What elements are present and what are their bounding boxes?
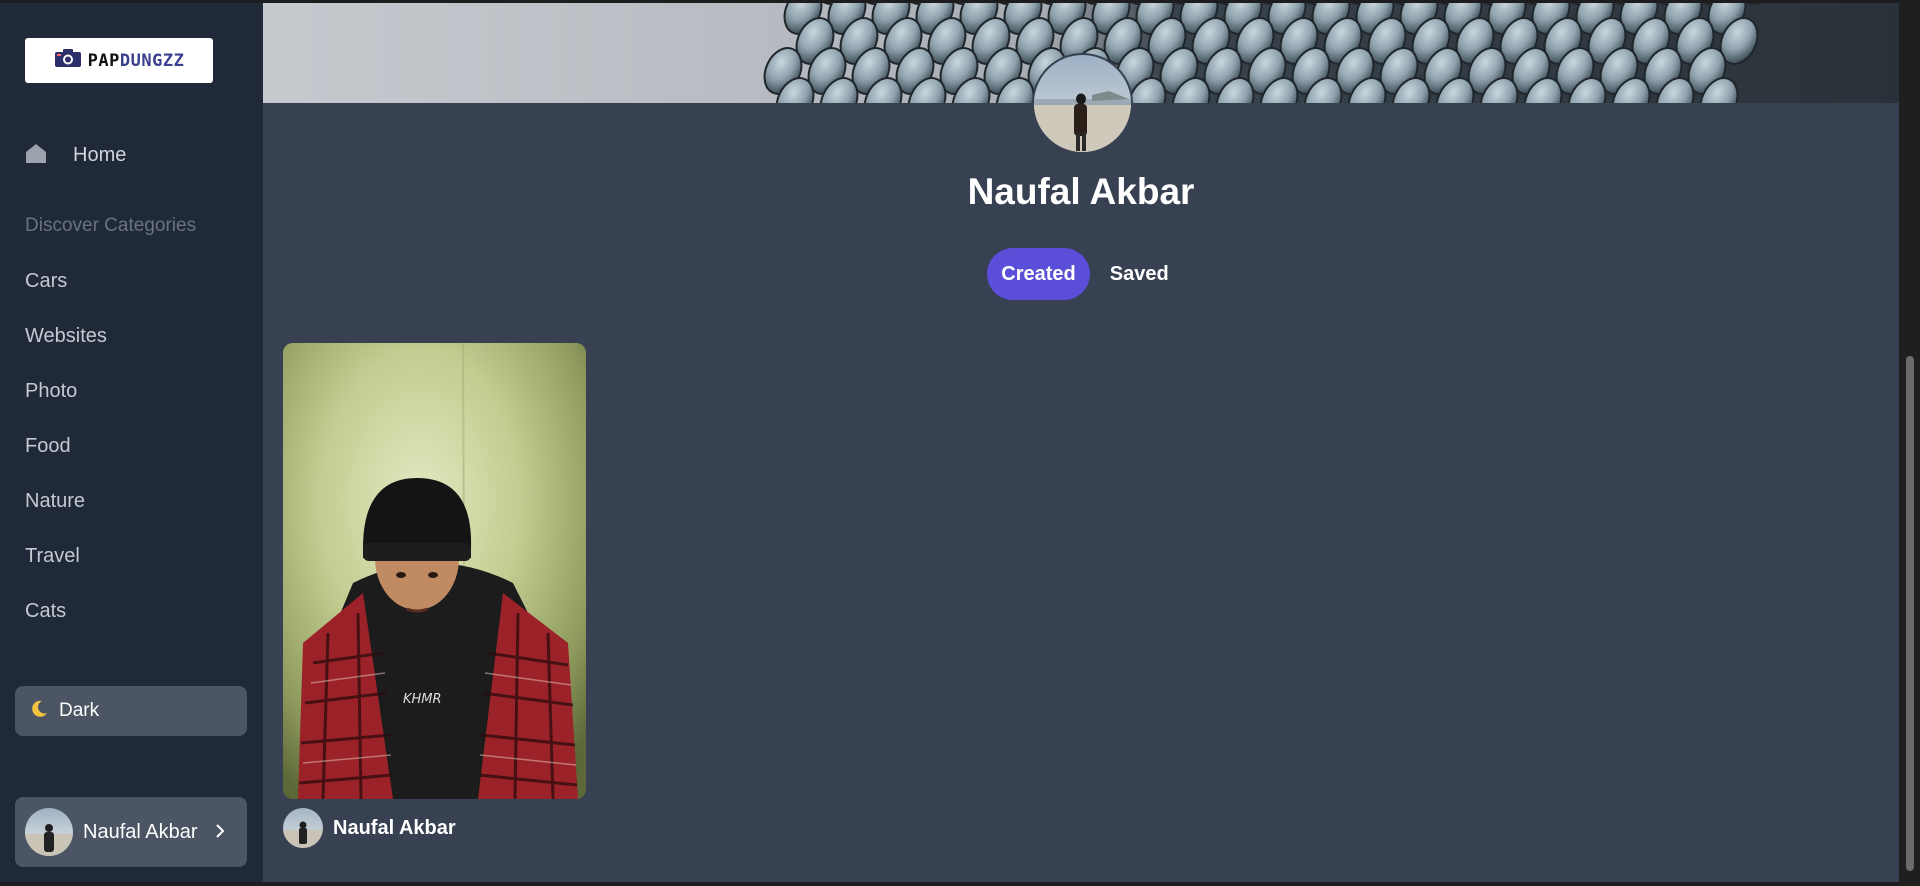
- user-name: Naufal Akbar: [83, 820, 198, 843]
- pin-card[interactable]: KHMR Naufal Akbar: [283, 343, 586, 848]
- nav-home-label: Home: [73, 143, 127, 166]
- logo-text: PAPDUNGZZ: [87, 50, 185, 71]
- category-item-photo[interactable]: Photo: [25, 377, 107, 432]
- profile-avatar: [1032, 53, 1133, 154]
- tab-saved[interactable]: Saved: [1096, 248, 1183, 300]
- category-item-travel[interactable]: Travel: [25, 542, 107, 597]
- svg-text:KHMR: KHMR: [403, 692, 442, 707]
- logo[interactable]: PAPDUNGZZ: [25, 38, 213, 83]
- avatar: [283, 808, 323, 848]
- sidebar: PAPDUNGZZ Home Discover Categories Cars …: [0, 3, 263, 882]
- category-item-nature[interactable]: Nature: [25, 487, 107, 542]
- category-item-cats[interactable]: Cats: [25, 597, 107, 652]
- category-item-websites[interactable]: Websites: [25, 322, 107, 377]
- scrollbar[interactable]: [1899, 0, 1920, 886]
- app-window: PAPDUNGZZ Home Discover Categories Cars …: [0, 3, 1899, 882]
- discover-categories-heading: Discover Categories: [25, 215, 197, 236]
- moon-icon: [29, 699, 49, 724]
- chevron-right-icon: [214, 819, 226, 845]
- scrollbar-thumb[interactable]: [1906, 356, 1914, 871]
- home-icon: [25, 142, 47, 169]
- pin-author[interactable]: Naufal Akbar: [283, 808, 586, 848]
- category-list: Cars Websites Photo Food Nature Travel C…: [25, 267, 107, 652]
- category-item-food[interactable]: Food: [25, 432, 107, 487]
- nav-home[interactable]: Home: [25, 139, 126, 171]
- theme-toggle-button[interactable]: Dark: [15, 686, 247, 736]
- profile-name: Naufal Akbar: [967, 171, 1195, 212]
- theme-toggle-label: Dark: [59, 700, 100, 721]
- camera-icon: [54, 47, 82, 74]
- category-item-cars[interactable]: Cars: [25, 267, 107, 322]
- profile-tabs: Created Saved: [263, 248, 1899, 300]
- avatar: [25, 808, 73, 856]
- user-profile-button[interactable]: Naufal Akbar: [15, 797, 247, 867]
- tab-created[interactable]: Created: [987, 248, 1090, 300]
- pin-image[interactable]: KHMR: [283, 343, 586, 799]
- pin-author-name: Naufal Akbar: [333, 816, 456, 839]
- main-content: Naufal Akbar Created Saved KHMR Naufal A…: [263, 3, 1899, 882]
